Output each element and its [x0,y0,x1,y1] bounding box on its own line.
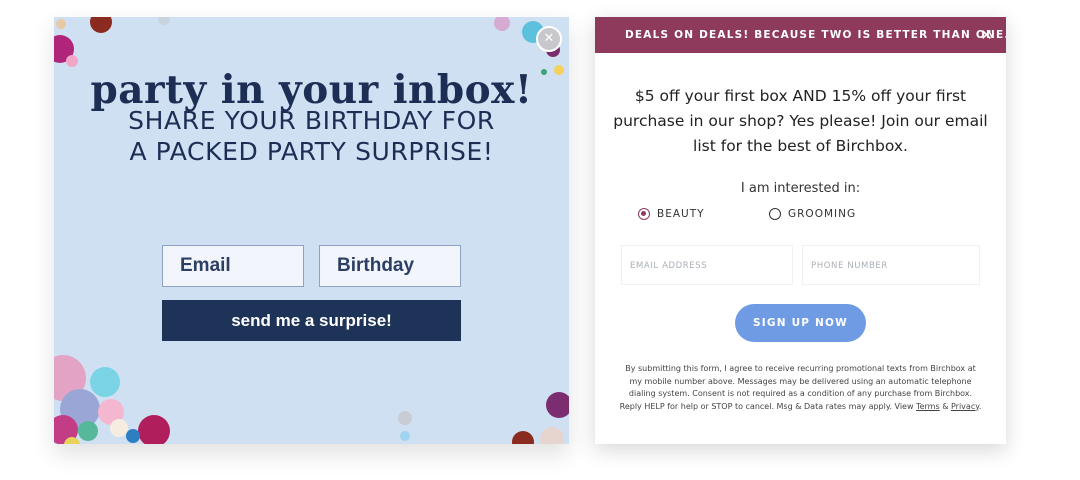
interest-label: I am interested in: [740,181,861,196]
terms-link[interactable]: Terms [916,402,940,411]
birthday-field[interactable]: Birthday [319,245,461,287]
period: . [978,401,982,411]
radio-option-grooming[interactable]: GROOMING [769,208,856,220]
banner-text: DEALS ON DEALS! BECAUSE TWO IS BETTER TH… [625,29,1006,41]
promo-banner: DEALS ON DEALS! BECAUSE TWO IS BETTER TH… [595,17,1006,53]
offer-text: $5 off your first box AND 15% off your f… [613,87,988,155]
radio-checked-icon[interactable] [638,208,650,220]
subtitle-line: A PACKED PARTY SURPRISE! [129,137,494,166]
phone-number-field[interactable]: PHONE NUMBER [802,245,980,285]
sign-up-button[interactable]: SIGN UP NOW [735,304,866,342]
radio-option-beauty[interactable]: BEAUTY [638,208,705,220]
party-popup: ✕ party in your inbox! SHARE YOUR BIRTHD… [54,17,569,444]
legal-disclaimer: By submitting this form, I agree to rece… [619,363,982,413]
email-field[interactable]: Email [162,245,304,287]
radio-label: BEAUTY [657,208,705,220]
ampersand: & [942,401,949,411]
email-address-field[interactable]: EMAIL ADDRESS [621,245,793,285]
radio-label: GROOMING [788,208,857,220]
privacy-link[interactable]: Privacy [951,402,979,411]
subtitle-line: SHARE YOUR BIRTHDAY FOR [128,106,495,135]
close-icon[interactable]: ✕ [980,17,994,53]
popup-subtitle: SHARE YOUR BIRTHDAY FOR A PACKED PARTY S… [54,105,569,167]
radio-unchecked-icon[interactable] [769,208,781,220]
send-surprise-button[interactable]: send me a surprise! [162,300,461,341]
close-icon[interactable]: ✕ [536,26,562,52]
birchbox-popup: DEALS ON DEALS! BECAUSE TWO IS BETTER TH… [595,17,1006,444]
